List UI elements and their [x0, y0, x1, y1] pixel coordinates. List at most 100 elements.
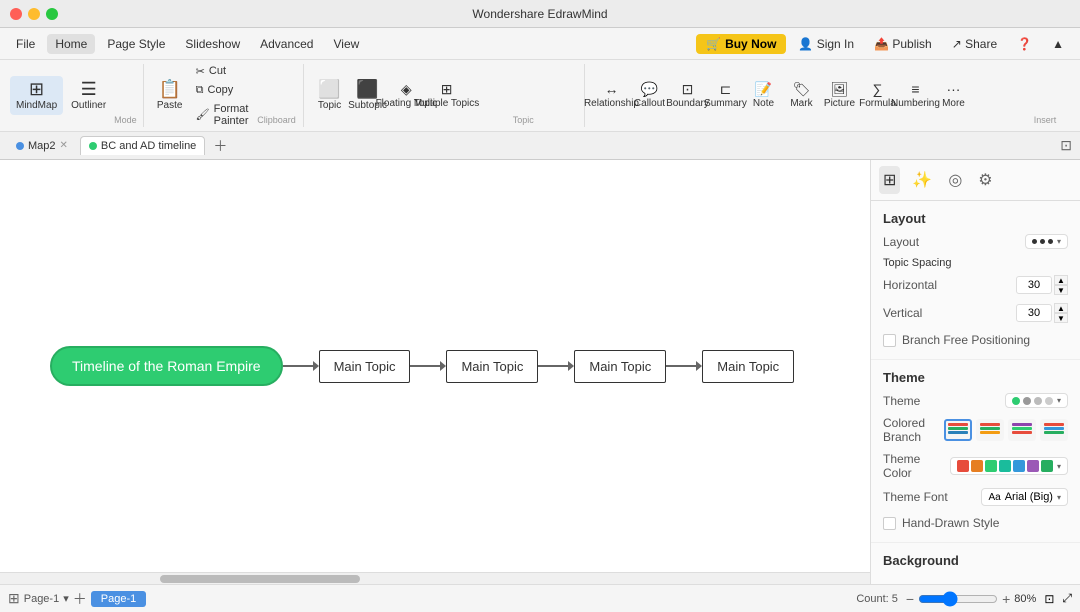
close-button[interactable] — [10, 8, 22, 20]
relationship-icon: ↔ — [604, 82, 618, 96]
connector-arrow-0 — [313, 361, 319, 371]
horizontal-increment-button[interactable]: ▲ — [1054, 275, 1068, 285]
fullscreen-button[interactable]: ⤢ — [1062, 591, 1072, 606]
branch-free-positioning-checkbox[interactable] — [883, 334, 896, 347]
horizontal-value-input[interactable] — [1016, 276, 1052, 294]
picture-button[interactable]: 🖼 Picture — [821, 78, 857, 113]
cb-stripe-2-1 — [980, 423, 1000, 426]
relationship-button[interactable]: ↔ Relationship — [593, 78, 629, 113]
colored-branch-option-1[interactable] — [944, 419, 972, 441]
horizontal-decrement-button[interactable]: ▼ — [1054, 285, 1068, 295]
add-page-button[interactable]: ＋ — [73, 589, 87, 609]
menu-file[interactable]: File — [8, 34, 43, 54]
color-swatch-orange[interactable] — [971, 460, 983, 472]
cb-stripe-4-3 — [1044, 431, 1064, 434]
cb-stripes-1 — [946, 421, 970, 439]
mind-map: Timeline of the Roman Empire Main Topic — [50, 346, 794, 386]
window-controls[interactable] — [10, 8, 58, 20]
more-button[interactable]: ··· More — [935, 78, 971, 113]
colored-branch-row: Colored Branch — [883, 416, 1068, 444]
zoom-slider[interactable] — [918, 591, 998, 607]
multiple-topics-button[interactable]: ⊞ Multiple Topics — [427, 78, 466, 113]
color-swatch-teal[interactable] — [999, 460, 1011, 472]
connector-line-0 — [283, 365, 313, 367]
toolbar-mode-group: ⊞ MindMap ☰ Outliner Mode — [4, 64, 144, 127]
format-painter-button[interactable]: 🖌 Format Painter — [190, 101, 255, 129]
mindmap-button[interactable]: ⊞ MindMap — [10, 76, 63, 115]
theme-section: Theme Theme ▾ Colored Branch — [871, 360, 1080, 543]
menu-page-style[interactable]: Page Style — [99, 34, 173, 54]
panel-tab-style[interactable]: ✨ — [908, 166, 936, 194]
cut-button[interactable]: ✂ Cut — [190, 63, 255, 80]
colored-branch-option-2[interactable] — [976, 419, 1004, 441]
sign-in-button[interactable]: 👤 Sign In — [790, 34, 862, 54]
hand-drawn-checkbox[interactable] — [883, 517, 896, 530]
menu-home[interactable]: Home — [47, 34, 95, 54]
canvas[interactable]: Timeline of the Roman Empire Main Topic — [0, 160, 870, 572]
expand-panel-button[interactable]: ⊡ — [1060, 137, 1072, 153]
color-swatch-darkgreen[interactable] — [1041, 460, 1053, 472]
picture-icon: 🖼 — [831, 82, 849, 96]
help-button[interactable]: ❓ — [1009, 34, 1040, 54]
paste-button[interactable]: 📋 Paste — [152, 76, 188, 115]
tab-bc-ad-timeline[interactable]: BC and AD timeline — [80, 136, 205, 155]
boundary-button[interactable]: ⊡ Boundary — [669, 78, 705, 113]
buy-now-button[interactable]: 🛒 Buy Now — [696, 34, 786, 54]
color-swatch-green[interactable] — [985, 460, 997, 472]
theme-color-dropdown[interactable]: ▾ — [950, 457, 1068, 475]
menu-slideshow[interactable]: Slideshow — [177, 34, 248, 54]
close-tab-map2[interactable]: ✕ — [60, 140, 68, 151]
subtopic-button[interactable]: ⬛ Subtopic — [350, 76, 386, 115]
copy-button[interactable]: ⧉ Copy — [190, 82, 255, 99]
callout-button[interactable]: 💬 Callout — [631, 78, 667, 113]
zoom-out-button[interactable]: − — [906, 591, 914, 607]
color-swatch-blue[interactable] — [1013, 460, 1025, 472]
page-dropdown-arrow[interactable]: ▾ — [63, 592, 69, 605]
panel-tab-settings[interactable]: ⚙ — [974, 166, 996, 194]
topic-node-0[interactable]: Main Topic — [319, 350, 411, 383]
colored-branch-option-4[interactable] — [1040, 419, 1068, 441]
zoom-in-button[interactable]: + — [1002, 591, 1010, 607]
numbering-button[interactable]: ≡ Numbering — [897, 78, 933, 113]
menu-advanced[interactable]: Advanced — [252, 34, 321, 54]
maximize-button[interactable] — [46, 8, 58, 20]
topic-node-1[interactable]: Main Topic — [446, 350, 538, 383]
central-node[interactable]: Timeline of the Roman Empire — [50, 346, 283, 386]
color-swatch-red[interactable] — [957, 460, 969, 472]
menu-view[interactable]: View — [325, 34, 367, 54]
publish-button[interactable]: 📤 Publish — [866, 34, 940, 54]
scroll-area[interactable] — [0, 572, 870, 584]
cb-stripe-2-2 — [980, 427, 1000, 430]
tab-map2[interactable]: Map2 ✕ — [8, 137, 76, 155]
theme-dropdown[interactable]: ▾ — [1005, 393, 1068, 408]
vertical-spacing-row: Vertical ▲ ▼ — [883, 303, 1068, 323]
topic-node-3[interactable]: Main Topic — [702, 350, 794, 383]
mark-button[interactable]: 🏷 Mark — [783, 78, 819, 113]
note-button[interactable]: 📝 Note — [745, 78, 781, 113]
panel-tab-target[interactable]: ◎ — [944, 166, 966, 194]
layout-dot-2 — [1040, 239, 1045, 244]
vertical-decrement-button[interactable]: ▼ — [1054, 313, 1068, 323]
colored-branch-option-3[interactable] — [1008, 419, 1036, 441]
color-swatch-purple[interactable] — [1027, 460, 1039, 472]
fit-to-screen-button[interactable]: ⊡ — [1044, 592, 1054, 606]
topic-node-2[interactable]: Main Topic — [574, 350, 666, 383]
formula-icon: ∑ — [872, 82, 882, 96]
add-tab-button[interactable]: ＋ — [209, 136, 231, 156]
active-page-tab[interactable]: Page-1 — [91, 591, 146, 607]
vertical-increment-button[interactable]: ▲ — [1054, 303, 1068, 313]
share-button[interactable]: ↗ Share — [944, 34, 1005, 54]
vertical-value-input[interactable] — [1016, 304, 1052, 322]
collapse-button[interactable]: ▲ — [1044, 34, 1072, 54]
scroll-thumb[interactable] — [160, 575, 360, 583]
colored-branch-label: Colored Branch — [883, 416, 944, 444]
panel-tab-layout[interactable]: ⊞ — [879, 166, 900, 194]
mindmap-icon: ⊞ — [29, 80, 44, 98]
outliner-button[interactable]: ☰ Outliner — [65, 76, 112, 115]
layout-dropdown[interactable]: ▾ — [1025, 234, 1068, 249]
layout-section-title: Layout — [883, 211, 1068, 226]
summary-button[interactable]: ⊏ Summary — [707, 78, 743, 113]
topic-button[interactable]: ⬜ Topic — [312, 76, 348, 115]
minimize-button[interactable] — [28, 8, 40, 20]
theme-font-dropdown[interactable]: Aa Arial (Big) ▾ — [981, 488, 1068, 506]
